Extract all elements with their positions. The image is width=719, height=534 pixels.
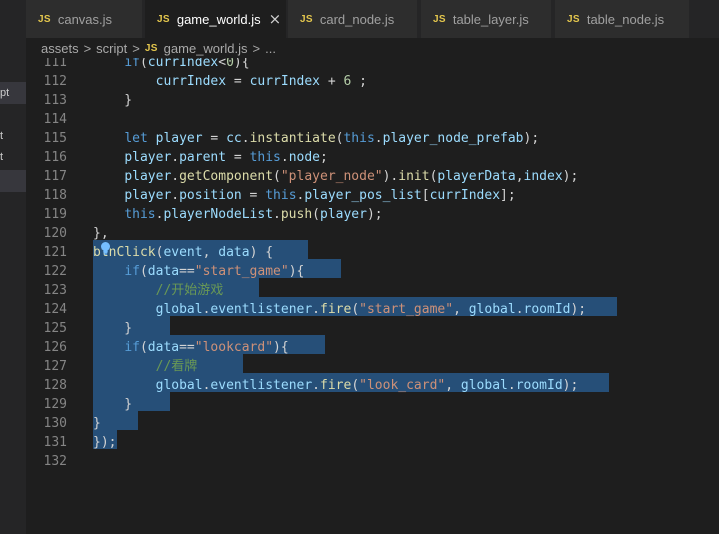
line-number: 130 — [43, 416, 67, 431]
lightbulb-icon[interactable] — [99, 241, 112, 255]
chevron-right-icon: > — [83, 40, 92, 56]
code-line[interactable]: 115 let player = cc.instantiate(this.pla… — [26, 129, 719, 148]
code-text: //开始游戏 — [155, 283, 224, 298]
line-number: 115 — [43, 131, 67, 146]
explorer-panel: pt t t — [0, 38, 26, 534]
code-line[interactable]: 112 currIndex = currIndex + 6 ; — [26, 72, 719, 91]
javascript-file-icon: JS — [567, 13, 580, 25]
tab-card-node-js[interactable]: JS card_node.js — [288, 0, 418, 38]
code-line[interactable]: 120}, — [26, 224, 719, 243]
code-line[interactable]: 111 if(currIndex<0){ — [26, 58, 719, 72]
javascript-file-icon: JS — [157, 13, 170, 25]
explorer-item-selected[interactable] — [0, 170, 26, 192]
code-line[interactable]: 113 } — [26, 91, 719, 110]
code-line[interactable]: 117 player.getComponent("player_node").i… — [26, 167, 719, 186]
line-number: 119 — [43, 207, 67, 222]
code-text: this.playerNodeList.push(player); — [124, 207, 383, 222]
code-text: player.position = this.player_pos_list[c… — [124, 188, 516, 203]
chevron-right-icon: > — [132, 40, 140, 56]
code-line[interactable]: 123 //开始游戏 — [26, 281, 719, 300]
code-line[interactable]: 125 } — [26, 319, 719, 338]
code-text: } — [93, 93, 133, 108]
code-line[interactable]: 127 //看牌 — [26, 357, 719, 376]
code-line[interactable]: 121 btnClick(event, data) { — [26, 243, 719, 262]
line-number: 129 — [43, 397, 67, 412]
code-text: } — [93, 397, 133, 412]
tab-label: card_node.js — [319, 11, 395, 27]
close-icon[interactable]: × — [269, 10, 282, 28]
code-line[interactable]: 122 if(data=="start_game"){ — [26, 262, 719, 281]
line-number: 127 — [43, 359, 67, 374]
explorer-item[interactable]: pt — [0, 82, 26, 104]
code-text: }); — [93, 435, 117, 450]
code-text: btnClick(event, data) { — [93, 245, 274, 260]
code-line[interactable]: 126 if(data=="lookcard"){ — [26, 338, 719, 357]
code-text: } — [93, 416, 101, 431]
code-text: player.getComponent("player_node").init(… — [124, 169, 579, 184]
line-number: 120 — [43, 226, 67, 241]
javascript-file-icon: JS — [38, 13, 51, 25]
explorer-item[interactable]: t — [0, 129, 26, 143]
tab-table-node-js[interactable]: JS table_node.js — [555, 0, 690, 38]
tab-table-layer-js[interactable]: JS table_layer.js — [421, 0, 552, 38]
code-text: } — [93, 321, 133, 336]
chevron-right-icon: > — [252, 40, 261, 56]
code-line[interactable]: 130} — [26, 414, 719, 433]
line-number: 117 — [43, 169, 67, 184]
code-text: global.eventlistener.fire("look_card", g… — [155, 378, 579, 393]
tab-canvas-js[interactable]: JS canvas.js — [26, 0, 143, 38]
code-text: if(data=="start_game"){ — [124, 264, 305, 279]
breadcrumb: assets > script > JS game_world.js > ... — [26, 38, 719, 58]
tab-label: canvas.js — [57, 11, 113, 27]
javascript-file-icon: JS — [300, 13, 313, 25]
code-line[interactable]: 118 player.position = this.player_pos_li… — [26, 186, 719, 205]
line-number: 112 — [43, 74, 67, 89]
code-line[interactable]: 131}); — [26, 433, 719, 452]
code-line[interactable]: 124 global.eventlistener.fire("start_gam… — [26, 300, 719, 319]
line-number: 132 — [43, 454, 67, 469]
line-number: 126 — [43, 340, 67, 355]
line-number: 125 — [43, 321, 67, 336]
tab-label: table_layer.js — [452, 11, 529, 27]
code-text: if(currIndex<0){ — [124, 58, 250, 70]
line-number: 122 — [43, 264, 67, 279]
code-line[interactable]: 128 global.eventlistener.fire("look_card… — [26, 376, 719, 395]
line-number: 121 — [43, 245, 67, 260]
code-line[interactable]: 119 this.playerNodeList.push(player); — [26, 205, 719, 224]
javascript-file-icon: JS — [433, 13, 446, 25]
breadcrumb-item[interactable]: assets — [41, 41, 79, 56]
line-number: 123 — [43, 283, 67, 298]
code-line[interactable]: 129 } — [26, 395, 719, 414]
line-number: 128 — [43, 378, 67, 393]
breadcrumb-item[interactable]: script — [96, 41, 127, 56]
code-editor[interactable]: 111 if(currIndex<0){112 currIndex = curr… — [26, 58, 719, 534]
code-line[interactable]: 132 — [26, 452, 719, 471]
line-number: 116 — [43, 150, 67, 165]
tab-bar: JS canvas.js JS game_world.js × JS card_… — [0, 0, 719, 38]
explorer-item[interactable]: t — [0, 150, 26, 164]
breadcrumb-trail[interactable]: ... — [265, 41, 276, 56]
line-number: 114 — [43, 112, 67, 127]
javascript-file-icon: JS — [144, 42, 158, 54]
line-number: 111 — [43, 58, 67, 70]
code-text: if(data=="lookcard"){ — [124, 340, 289, 355]
code-text: player.parent = this.node; — [124, 150, 328, 165]
breadcrumb-item[interactable]: game_world.js — [164, 41, 248, 56]
line-number: 118 — [43, 188, 67, 203]
line-number: 124 — [43, 302, 67, 317]
line-number: 131 — [43, 435, 67, 450]
code-text: global.eventlistener.fire("start_game", … — [155, 302, 587, 317]
line-number: 113 — [43, 93, 67, 108]
code-line[interactable]: 114 — [26, 110, 719, 129]
code-text: let player = cc.instantiate(this.player_… — [124, 131, 540, 146]
code-text: currIndex = currIndex + 6 ; — [155, 74, 367, 89]
code-text: //看牌 — [155, 359, 198, 374]
code-line[interactable]: 116 player.parent = this.node; — [26, 148, 719, 167]
tab-label: table_node.js — [586, 11, 665, 27]
tab-label: game_world.js — [176, 11, 261, 27]
tab-game-world-js[interactable]: JS game_world.js × — [145, 0, 287, 38]
